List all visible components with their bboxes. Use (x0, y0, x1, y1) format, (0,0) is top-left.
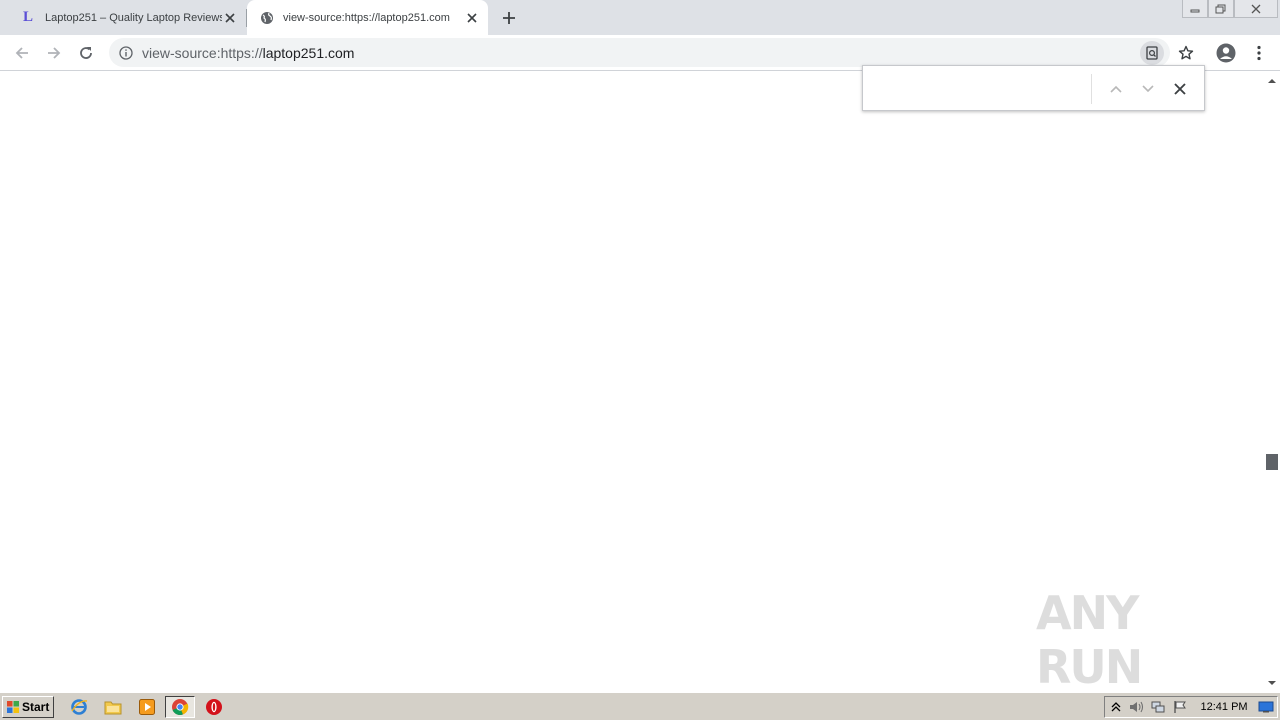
restore-icon[interactable] (1208, 0, 1234, 18)
menu-dots-icon[interactable] (1247, 41, 1271, 65)
find-in-page-icon[interactable] (1140, 41, 1164, 65)
tab-title: Laptop251 – Quality Laptop Reviews (45, 11, 222, 24)
taskbar-clock[interactable]: 12:41 PM (1201, 701, 1248, 713)
url-host: laptop251.com (262, 44, 355, 61)
start-label: Start (22, 700, 50, 714)
anyrun-watermark: ANY RUN (1036, 586, 1236, 694)
globe-icon (259, 10, 275, 26)
watermark-text: ANY RUN (1036, 586, 1143, 694)
vertical-scrollbar[interactable] (1264, 72, 1280, 692)
windows-flag-icon (7, 701, 19, 713)
find-next-chevron-down-icon[interactable] (1136, 77, 1160, 101)
internet-explorer-icon[interactable] (68, 697, 90, 717)
window-close-icon[interactable] (1234, 0, 1278, 18)
tab-view-source[interactable]: view-source:https://laptop251.com (247, 0, 488, 35)
tab-title: view-source:https://laptop251.com (283, 11, 450, 24)
network-icon[interactable] (1148, 698, 1169, 716)
back-arrow-icon[interactable] (10, 41, 34, 65)
show-hidden-icons-chevron-icon[interactable] (1105, 698, 1126, 716)
tab-close-icon[interactable] (222, 10, 238, 26)
media-player-icon[interactable] (136, 697, 158, 717)
find-bar (862, 65, 1205, 111)
address-url: view-source:https://laptop251.com (142, 45, 354, 61)
file-explorer-folder-icon[interactable] (102, 697, 124, 717)
start-button[interactable]: Start (2, 696, 54, 718)
url-prefix: view-source:https:// (142, 44, 263, 61)
scroll-up-icon[interactable] (1264, 74, 1280, 88)
tab-laptop251[interactable]: L Laptop251 – Quality Laptop Reviews (0, 0, 246, 35)
tab-close-icon[interactable] (464, 10, 480, 26)
chrome-taskbar-icon[interactable] (165, 696, 195, 718)
reload-icon[interactable] (74, 41, 98, 65)
profile-avatar-icon[interactable] (1214, 41, 1238, 65)
find-previous-chevron-up-icon[interactable] (1104, 77, 1128, 101)
new-tab-plus-icon[interactable] (499, 8, 519, 28)
address-bar[interactable]: view-source:https://laptop251.com (109, 38, 1170, 67)
find-divider (1091, 74, 1092, 104)
info-icon[interactable] (118, 45, 134, 61)
forward-arrow-icon[interactable] (42, 41, 66, 65)
bookmark-star-icon[interactable] (1174, 41, 1198, 65)
scroll-down-icon[interactable] (1264, 676, 1280, 690)
window-controls (1182, 0, 1278, 18)
find-close-icon[interactable] (1168, 77, 1192, 101)
show-desktop-icon[interactable] (1256, 698, 1277, 716)
minimize-icon[interactable] (1182, 0, 1208, 18)
scroll-thumb[interactable] (1266, 454, 1278, 470)
volume-speaker-icon[interactable] (1126, 698, 1147, 716)
system-tray: 12:41 PM (1104, 696, 1278, 718)
windows-taskbar: Start 12:41 PM (0, 692, 1280, 720)
find-input[interactable] (873, 76, 1088, 102)
action-center-flag-icon[interactable] (1169, 698, 1190, 716)
opera-icon[interactable] (203, 697, 225, 717)
tab-strip: L Laptop251 – Quality Laptop Reviews vie… (0, 0, 1280, 35)
laptop251-favicon-icon: L (22, 9, 33, 25)
